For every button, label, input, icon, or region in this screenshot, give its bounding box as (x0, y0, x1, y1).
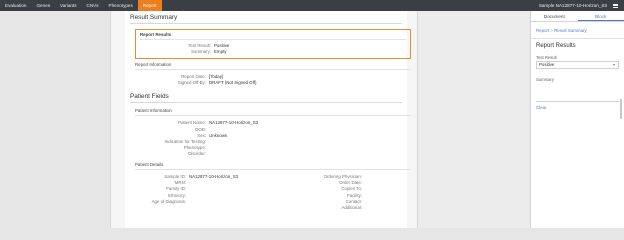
properties-sidebar: Document Block Report > Result Summary R… (530, 11, 624, 228)
sample-title: Sample NA12877-10-Horizon_S3 (538, 3, 607, 8)
summary-value: Empty (214, 49, 227, 55)
nav-tab-evaluation[interactable]: Evaluation (0, 0, 31, 11)
nav-tab-variants[interactable]: Variants (55, 0, 82, 11)
signed-off-row: Signed Off By: DRAFT (Not Signed Off) (135, 80, 411, 86)
sidebar-summary-label: Summary (536, 77, 554, 82)
report-information-title: Report Information (135, 62, 411, 70)
summary-label: Summary: (190, 49, 211, 55)
top-nav-bar: Evaluation Genes Variants CNVs Phenotype… (0, 0, 624, 11)
report-document: Result Summary Report Results Test Resul… (125, 11, 411, 228)
field-row: Disorder: (135, 151, 411, 157)
hamburger-menu-icon[interactable] (613, 3, 618, 8)
document-gutter (418, 11, 530, 228)
field-value: NA12877-10-Horizon_S3 (189, 173, 239, 179)
sidebar-section-title: Report Results (536, 43, 576, 49)
field-label: Age of Diagnosis: (151, 198, 186, 204)
topbar-right: Sample NA12877-10-Horizon_S3 (539, 0, 618, 11)
field-row: Age of Diagnosis: (135, 199, 273, 205)
breadcrumb-separator: > (550, 28, 553, 33)
patient-information-title: Patient Information (135, 108, 411, 117)
nav-tab-report[interactable]: Report (137, 0, 162, 11)
report-information-block[interactable]: Report Information Report Date: [Today] … (135, 62, 411, 86)
tab-block[interactable]: Block (577, 11, 624, 21)
tab-document[interactable]: Document (531, 11, 578, 21)
field-value: Unknown (209, 132, 228, 138)
patient-details-left: Sample ID: NA12877-10-Horizon_S3 MRN: Famil… (135, 174, 273, 212)
result-summary-title: Result Summary (130, 14, 402, 24)
field-label: Disorder: (188, 151, 206, 157)
nav-tab-cnvs[interactable]: CNVs (82, 0, 104, 11)
test-result-select-value: Positive (539, 62, 555, 67)
summary-row: Summary: Empty (140, 49, 406, 55)
sidebar-scrollbar[interactable] (620, 99, 622, 119)
report-results-title: Report Results (140, 32, 406, 40)
sidebar-test-result-label: Test Result (536, 55, 557, 60)
nav-tab-phenotypes[interactable]: Phenotypes (104, 0, 138, 11)
breadcrumb-result-summary[interactable]: Result Summary (554, 28, 586, 33)
clear-button[interactable]: Clear (531, 102, 624, 113)
summary-textarea[interactable] (536, 83, 619, 102)
field-value: NA12877-10-Horizon_S3 (209, 120, 259, 126)
document-canvas[interactable]: Result Summary Report Results Test Resul… (110, 11, 418, 228)
breadcrumb-report[interactable]: Report (536, 28, 549, 33)
sidebar-tabs: Document Block (531, 11, 624, 22)
nav-tab-genes[interactable]: Genes (31, 0, 55, 11)
field-label: Additional: (341, 205, 362, 211)
patient-information-rows: Patient Name: NA12877-10-Horizon_S3 DOB: Se… (135, 120, 411, 157)
breadcrumb: Report > Result Summary (531, 22, 624, 35)
patient-fields-title: Patient Fields (130, 93, 402, 104)
signed-off-label: Signed Off By: (177, 80, 206, 86)
patient-details-columns: Sample ID: NA12877-10-Horizon_S3 MRN: Famil… (135, 174, 411, 212)
patient-details-right: Ordering Physician: Order Date: Copies To:… (273, 174, 411, 212)
patient-details-title: Patient Details (135, 162, 411, 170)
patient-information-block[interactable]: Patient Information Patient Name: NA12877… (135, 108, 411, 157)
field-row: Additional: (273, 205, 411, 211)
signed-off-value: DRAFT (Not Signed Off) (209, 80, 257, 86)
patient-details-block[interactable]: Patient Details Sample ID: NA12877-10-Hor… (135, 162, 411, 212)
report-results-block[interactable]: Report Results Test Result: Positive Sum… (135, 29, 411, 59)
chevron-down-icon: ▾ (612, 62, 615, 67)
test-result-select[interactable]: Positive ▾ (536, 61, 619, 69)
